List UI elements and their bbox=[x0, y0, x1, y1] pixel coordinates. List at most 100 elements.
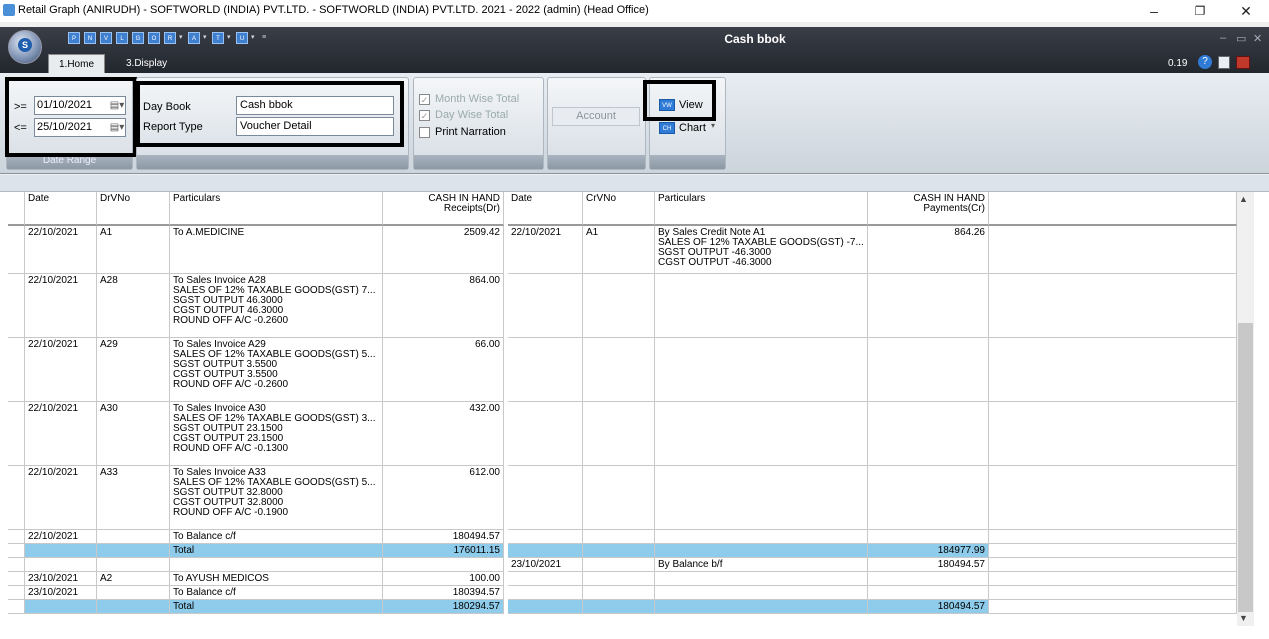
column-header-date[interactable]: Date bbox=[25, 192, 97, 226]
grid-cell-receipts[interactable]: 432.00 bbox=[383, 402, 504, 466]
grid-cell-drvno[interactable] bbox=[97, 600, 170, 614]
grid-cell-particulars[interactable]: By Sales Credit Note A1 SALES OF 12% TAX… bbox=[655, 226, 868, 274]
grid-cell-date[interactable]: 22/10/2021 bbox=[25, 226, 97, 274]
grid-cell-date[interactable]: 23/10/2021 bbox=[25, 586, 97, 600]
grid-cell-date[interactable]: 23/10/2021 bbox=[25, 572, 97, 586]
column-header-date[interactable]: Date bbox=[508, 192, 583, 226]
grid-cell-date[interactable]: 22/10/2021 bbox=[25, 274, 97, 338]
ribbon-close-icon[interactable]: ✕ bbox=[1253, 32, 1262, 45]
chevron-down-icon[interactable]: ▾ bbox=[251, 32, 257, 44]
to-date-input[interactable]: 25/10/2021 ▤▾ bbox=[34, 118, 126, 137]
grid-cell-date[interactable] bbox=[508, 402, 583, 466]
grid-cell-drvno[interactable]: A28 bbox=[97, 274, 170, 338]
grid-cell-date[interactable]: 22/10/2021 bbox=[508, 226, 583, 274]
grid-cell-receipts[interactable]: 180494.57 bbox=[383, 530, 504, 544]
exit-icon[interactable] bbox=[1236, 56, 1250, 69]
column-header-crvno[interactable]: CrVNo bbox=[583, 192, 655, 226]
ribbon-minimize-icon[interactable]: – bbox=[1220, 32, 1226, 44]
grid-cell-particulars[interactable] bbox=[655, 402, 868, 466]
grid-cell-particulars[interactable]: To AYUSH MEDICOS bbox=[170, 572, 383, 586]
row-indicator[interactable] bbox=[8, 338, 25, 402]
row-indicator[interactable] bbox=[8, 530, 25, 544]
help-icon[interactable]: ? bbox=[1198, 55, 1212, 69]
chart-button[interactable]: Chart bbox=[679, 122, 706, 134]
grid-cell-crvno[interactable] bbox=[583, 572, 655, 586]
grid-cell-date[interactable] bbox=[508, 530, 583, 544]
row-indicator[interactable] bbox=[8, 274, 25, 338]
grid-cell-crvno[interactable] bbox=[583, 544, 655, 558]
grid-cell-particulars[interactable]: To Sales Invoice A29 SALES OF 12% TAXABL… bbox=[170, 338, 383, 402]
grid-cell-particulars[interactable] bbox=[655, 600, 868, 614]
row-indicator[interactable] bbox=[8, 544, 25, 558]
quick-access-icon-6[interactable]: O bbox=[148, 32, 160, 44]
quick-access-icon-1[interactable]: P bbox=[68, 32, 80, 44]
grid-cell-payments[interactable] bbox=[868, 572, 989, 586]
quick-access-icon-10[interactable]: U bbox=[236, 32, 248, 44]
grid-cell-date[interactable]: 22/10/2021 bbox=[25, 338, 97, 402]
grid-cell-particulars[interactable] bbox=[655, 572, 868, 586]
close-button[interactable]: ✕ bbox=[1223, 0, 1269, 22]
grid-cell-date[interactable] bbox=[508, 466, 583, 530]
grid-cell-receipts[interactable]: 2509.42 bbox=[383, 226, 504, 274]
grid-cell-payments[interactable]: 180494.57 bbox=[868, 558, 989, 572]
grid-cell-date[interactable]: 23/10/2021 bbox=[508, 558, 583, 572]
grid-cell-drvno[interactable] bbox=[97, 530, 170, 544]
grid-cell-date[interactable]: 22/10/2021 bbox=[25, 466, 97, 530]
grid-cell-date[interactable] bbox=[508, 600, 583, 614]
row-indicator[interactable] bbox=[8, 600, 25, 614]
grid-cell-receipts[interactable]: 180294.57 bbox=[383, 600, 504, 614]
grid-cell-receipts[interactable]: 66.00 bbox=[383, 338, 504, 402]
app-menu-orb[interactable]: S bbox=[8, 30, 42, 64]
grid-cell-date[interactable]: 22/10/2021 bbox=[25, 402, 97, 466]
row-indicator[interactable] bbox=[8, 572, 25, 586]
row-indicator[interactable] bbox=[8, 402, 25, 466]
row-indicator[interactable] bbox=[8, 466, 25, 530]
grid-cell-drvno[interactable]: A2 bbox=[97, 572, 170, 586]
grid-cell-particulars[interactable]: Total bbox=[170, 544, 383, 558]
grid-cell-date[interactable] bbox=[508, 572, 583, 586]
grid-cell-receipts[interactable] bbox=[383, 558, 504, 572]
view-button[interactable]: View bbox=[679, 99, 703, 111]
day-book-field[interactable]: Cash bbok bbox=[236, 96, 394, 115]
column-header-receipts[interactable]: CASH IN HAND Receipts(Dr) bbox=[383, 192, 504, 226]
column-header-particulars[interactable]: Particulars bbox=[170, 192, 383, 226]
ribbon-restore-icon[interactable]: ▭ bbox=[1236, 32, 1246, 45]
customize-qat-icon[interactable]: ≡ bbox=[262, 32, 268, 44]
grid-cell-payments[interactable] bbox=[868, 466, 989, 530]
grid-cell-payments[interactable]: 864.26 bbox=[868, 226, 989, 274]
grid-cell-payments[interactable]: 180494.57 bbox=[868, 600, 989, 614]
chevron-down-icon[interactable]: ▾ bbox=[203, 32, 209, 44]
from-date-input[interactable]: 01/10/2021 ▤▾ bbox=[34, 96, 126, 115]
grid-cell-crvno[interactable] bbox=[583, 586, 655, 600]
print-narration-checkbox[interactable] bbox=[419, 127, 430, 138]
grid-cell-particulars[interactable]: Total bbox=[170, 600, 383, 614]
grid-cell-crvno[interactable]: A1 bbox=[583, 226, 655, 274]
quick-access-icon-5[interactable]: G bbox=[132, 32, 144, 44]
scroll-down-icon[interactable]: ▼ bbox=[1239, 613, 1248, 623]
row-indicator[interactable] bbox=[8, 558, 25, 572]
chevron-down-icon[interactable]: ▾ bbox=[227, 32, 233, 44]
grid-cell-date[interactable] bbox=[508, 544, 583, 558]
grid-cell-drvno[interactable]: A1 bbox=[97, 226, 170, 274]
grid-cell-drvno[interactable] bbox=[97, 586, 170, 600]
grid-cell-particulars[interactable] bbox=[655, 338, 868, 402]
report-type-field[interactable]: Voucher Detail bbox=[236, 117, 394, 136]
grid-cell-particulars[interactable]: To Balance c/f bbox=[170, 530, 383, 544]
grid-cell-drvno[interactable] bbox=[97, 544, 170, 558]
grid-cell-crvno[interactable] bbox=[583, 558, 655, 572]
chevron-down-icon[interactable]: ▾ bbox=[179, 32, 185, 44]
quick-access-icon-4[interactable]: L bbox=[116, 32, 128, 44]
grid-cell-drvno[interactable]: A30 bbox=[97, 402, 170, 466]
grid-cell-date[interactable] bbox=[508, 274, 583, 338]
grid-cell-payments[interactable] bbox=[868, 338, 989, 402]
grid-cell-payments[interactable] bbox=[868, 530, 989, 544]
account-button[interactable]: Account bbox=[552, 107, 640, 126]
quick-access-icon-3[interactable]: V bbox=[100, 32, 112, 44]
grid-cell-particulars[interactable]: To Sales Invoice A30 SALES OF 12% TAXABL… bbox=[170, 402, 383, 466]
grid-cell-date[interactable]: 22/10/2021 bbox=[25, 530, 97, 544]
grid-cell-date[interactable] bbox=[25, 600, 97, 614]
calendar-icon[interactable]: ▤▾ bbox=[109, 97, 125, 114]
row-indicator[interactable] bbox=[8, 226, 25, 274]
save-icon[interactable] bbox=[1218, 56, 1230, 69]
row-indicator[interactable] bbox=[8, 586, 25, 600]
